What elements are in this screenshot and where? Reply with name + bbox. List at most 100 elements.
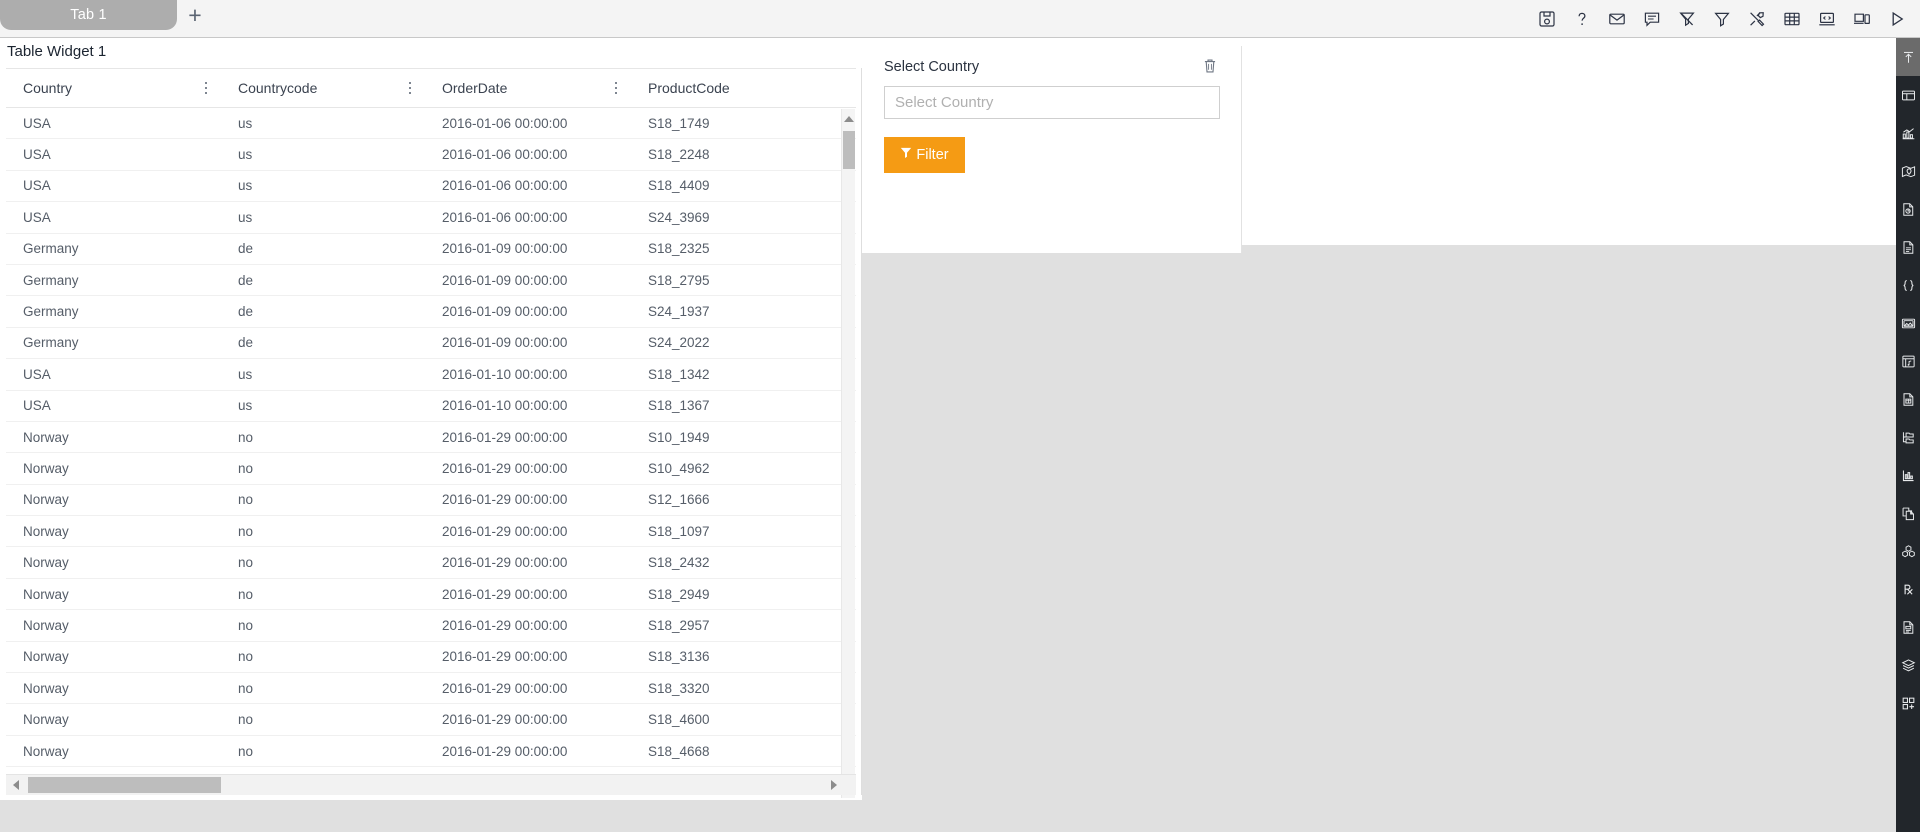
- table-row[interactable]: Norway no 2016-01-29 00:00:00 S10_4962: [6, 453, 856, 485]
- sidebar-item-layout-widget-icon[interactable]: [1896, 76, 1920, 114]
- column-menu-icon[interactable]: [200, 80, 212, 96]
- filter-icon[interactable]: [1711, 8, 1733, 30]
- scroll-up-icon[interactable]: [842, 111, 855, 126]
- sidebar-item-document-icon[interactable]: [1896, 228, 1920, 266]
- table-row[interactable]: Norway no 2016-01-29 00:00:00 S10_1949: [6, 422, 856, 454]
- cell-orderdate: 2016-01-10 00:00:00: [442, 366, 568, 382]
- table-row[interactable]: USA us 2016-01-06 00:00:00 S18_1749: [6, 108, 856, 140]
- column-header-orderdate[interactable]: OrderDate: [425, 69, 631, 107]
- column-header-country[interactable]: Country: [6, 69, 221, 107]
- table-row[interactable]: USA us 2016-01-06 00:00:00 S18_4409: [6, 171, 856, 203]
- column-menu-icon[interactable]: [404, 80, 416, 96]
- cell-orderdate: 2016-01-29 00:00:00: [442, 492, 568, 508]
- sidebar-item-media-widget-icon[interactable]: [1896, 342, 1920, 380]
- table-row[interactable]: Norway no 2016-01-29 00:00:00 S18_2957: [6, 610, 856, 642]
- cell-orderdate: 2016-01-10 00:00:00: [442, 398, 568, 414]
- sidebar-item-map-icon[interactable]: [1896, 152, 1920, 190]
- table-row[interactable]: Norway no 2016-01-29 00:00:00 S18_2432: [6, 547, 856, 579]
- table-row[interactable]: Norway no 2016-01-29 00:00:00 S18_3136: [6, 642, 856, 674]
- table-row[interactable]: Norway no 2016-01-29 00:00:00 S18_1097: [6, 516, 856, 548]
- sidebar-item-script-file-icon[interactable]: [1896, 608, 1920, 646]
- help-icon[interactable]: [1571, 8, 1593, 30]
- cell-productcode: S18_2949: [648, 586, 710, 602]
- cell-productcode: S18_3136: [648, 649, 710, 665]
- add-tab-button[interactable]: +: [177, 0, 213, 30]
- scroll-left-icon[interactable]: [8, 775, 24, 795]
- table-horizontal-scrollbar[interactable]: [6, 774, 856, 795]
- table-row[interactable]: Germany de 2016-01-09 00:00:00 S18_2795: [6, 265, 856, 297]
- sidebar-item-braces-icon[interactable]: [1896, 266, 1920, 304]
- cell-orderdate: 2016-01-29 00:00:00: [442, 617, 568, 633]
- responsive-icon[interactable]: [1851, 8, 1873, 30]
- cell-countrycode: us: [238, 147, 253, 163]
- table-row[interactable]: USA us 2016-01-06 00:00:00 S18_2248: [6, 139, 856, 171]
- horizontal-scroll-thumb[interactable]: [28, 777, 221, 793]
- table-row[interactable]: USA us 2016-01-10 00:00:00 S18_1342: [6, 359, 856, 391]
- sidebar-item-data-file-icon[interactable]: [1896, 380, 1920, 418]
- vertical-scroll-thumb[interactable]: [843, 131, 855, 169]
- table-row[interactable]: Norway no 2016-01-29 00:00:00 S12_1666: [6, 485, 856, 517]
- column-menu-icon[interactable]: [610, 80, 622, 96]
- cell-countrycode: no: [238, 523, 254, 539]
- cell-productcode: S18_2325: [648, 241, 710, 257]
- tab-label: Tab 1: [70, 7, 107, 23]
- save-icon[interactable]: [1536, 8, 1558, 30]
- sidebar-item-prescription-icon[interactable]: [1896, 570, 1920, 608]
- table-row[interactable]: USA us 2016-01-06 00:00:00 S24_3969: [6, 202, 856, 234]
- sidebar-item-add-widget-icon[interactable]: [1896, 684, 1920, 722]
- canvas-empty-area-bottom: [0, 800, 1896, 832]
- cell-orderdate: 2016-01-29 00:00:00: [442, 743, 568, 759]
- table-row[interactable]: USA us 2016-01-10 00:00:00 S18_1367: [6, 391, 856, 422]
- mail-icon[interactable]: [1606, 8, 1628, 30]
- column-header-label: OrderDate: [442, 80, 508, 96]
- tools-icon[interactable]: [1746, 8, 1768, 30]
- sidebar-item-cubes-icon[interactable]: [1896, 532, 1920, 570]
- add-tab-label: +: [188, 1, 202, 28]
- sidebar-item-collapse-panel-icon[interactable]: [1896, 38, 1920, 76]
- top-toolbar: [1536, 0, 1908, 37]
- sidebar-item-report-page-icon[interactable]: [1896, 190, 1920, 228]
- sidebar-item-image-icon[interactable]: [1896, 304, 1920, 342]
- table-row[interactable]: Germany de 2016-01-09 00:00:00 S24_1937: [6, 296, 856, 328]
- table-row[interactable]: Germany de 2016-01-09 00:00:00 S24_2022: [6, 328, 856, 360]
- cell-country: Germany: [23, 335, 79, 351]
- cell-productcode: S10_4962: [648, 460, 710, 476]
- cell-orderdate: 2016-01-29 00:00:00: [442, 680, 568, 696]
- table-icon[interactable]: [1781, 8, 1803, 30]
- sidebar-item-copy-page-icon[interactable]: [1896, 494, 1920, 532]
- select-country-input[interactable]: [884, 86, 1220, 119]
- sidebar-item-layers-icon[interactable]: [1896, 646, 1920, 684]
- trash-icon[interactable]: [1201, 57, 1219, 75]
- code-icon[interactable]: [1816, 8, 1838, 30]
- tab-1[interactable]: Tab 1: [0, 0, 177, 30]
- filter-widget: Select Country Filter: [862, 46, 1242, 253]
- sidebar-item-tree-folder-icon[interactable]: [1896, 418, 1920, 456]
- application-root: Tab 1 + Table Widget 1 Country Countryco…: [0, 0, 1920, 832]
- table-vertical-scrollbar[interactable]: [841, 109, 855, 798]
- cell-country: Norway: [23, 649, 69, 665]
- filter-button-icon: [900, 147, 912, 163]
- cell-productcode: S24_2022: [648, 335, 710, 351]
- sidebar-item-bar-plot-icon[interactable]: [1896, 456, 1920, 494]
- table-row[interactable]: Norway no 2016-01-29 00:00:00 S18_4668: [6, 736, 856, 768]
- scroll-right-icon[interactable]: [826, 775, 842, 795]
- cell-countrycode: de: [238, 335, 254, 351]
- canvas-empty-area-right: [862, 245, 1896, 800]
- cell-country: USA: [23, 147, 51, 163]
- cell-productcode: S18_2957: [648, 617, 710, 633]
- column-header-countrycode[interactable]: Countrycode: [221, 69, 425, 107]
- table-row[interactable]: Germany de 2016-01-09 00:00:00 S18_2325: [6, 234, 856, 265]
- column-header-productcode[interactable]: ProductCode: [631, 69, 856, 107]
- table-row[interactable]: Norway no 2016-01-29 00:00:00 S18_3320: [6, 673, 856, 705]
- run-icon[interactable]: [1886, 8, 1908, 30]
- filter-widget-label: Select Country: [884, 59, 980, 75]
- table-row[interactable]: Norway no 2016-01-29 00:00:00 S18_2949: [6, 579, 856, 611]
- filter-button[interactable]: Filter: [884, 137, 965, 173]
- cell-country: Germany: [23, 241, 79, 257]
- sidebar-item-chart-icon[interactable]: [1896, 114, 1920, 152]
- comment-icon[interactable]: [1641, 8, 1663, 30]
- cell-productcode: S18_1749: [648, 115, 710, 131]
- clear-filter-icon[interactable]: [1676, 8, 1698, 30]
- cell-countrycode: us: [238, 366, 253, 382]
- table-row[interactable]: Norway no 2016-01-29 00:00:00 S18_4600: [6, 704, 856, 736]
